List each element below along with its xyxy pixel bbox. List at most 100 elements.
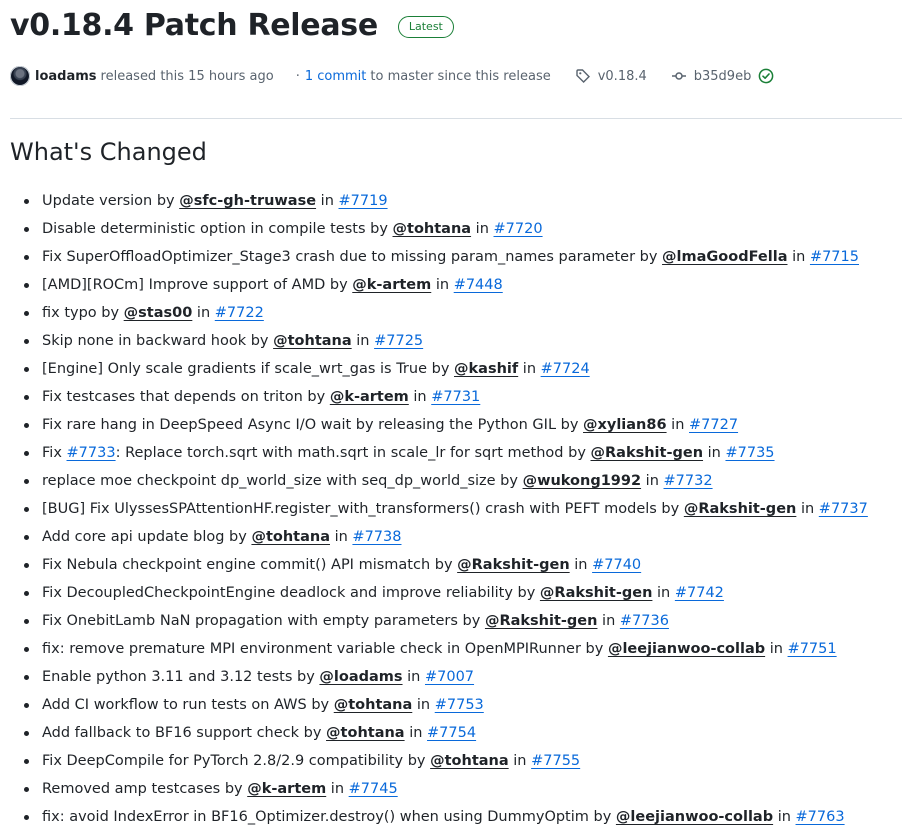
pr-link[interactable]: #7738 <box>352 529 401 545</box>
list-item: replace moe checkpoint dp_world_size wit… <box>0 467 868 495</box>
user-link[interactable]: @tohtana <box>326 725 405 741</box>
avatar[interactable] <box>10 66 30 86</box>
in-text: in <box>641 473 664 489</box>
change-text: fix typo by <box>42 305 124 321</box>
tag-link[interactable]: v0.18.4 <box>575 68 647 84</box>
issue-link[interactable]: #7733 <box>67 445 116 461</box>
list-item: Removed amp testcases by @k-artem in #77… <box>0 775 868 803</box>
user-link[interactable]: @stas00 <box>124 305 193 321</box>
in-text: in <box>192 305 215 321</box>
change-text: Disable deterministic option in compile … <box>42 221 393 237</box>
pr-link[interactable]: #7725 <box>374 333 423 349</box>
pr-link[interactable]: #7753 <box>435 697 484 713</box>
user-link[interactable]: @tohtana <box>393 221 472 237</box>
user-link[interactable]: @leejianwoo-collab <box>608 641 765 657</box>
pr-link[interactable]: #7732 <box>664 473 713 489</box>
user-link[interactable]: @Rakshit-gen <box>591 445 704 461</box>
in-text: in <box>765 641 788 657</box>
user-link[interactable]: @sfc-gh-truwase <box>179 193 316 209</box>
list-item: Add core api update blog by @tohtana in … <box>0 523 868 551</box>
user-link[interactable]: @tohtana <box>334 697 413 713</box>
list-item: Fix DecoupledCheckpointEngine deadlock a… <box>0 579 868 607</box>
in-text: in <box>518 361 541 377</box>
change-text: Add CI workflow to run tests on AWS by <box>42 697 334 713</box>
in-text: in <box>703 445 726 461</box>
pr-link[interactable]: #7755 <box>531 753 580 769</box>
user-link[interactable]: @Rakshit-gen <box>540 585 653 601</box>
user-link[interactable]: @leejianwoo-collab <box>616 809 773 825</box>
user-link[interactable]: @tohtana <box>251 529 330 545</box>
pr-link[interactable]: #7751 <box>788 641 837 657</box>
user-link[interactable]: @Rakshit-gen <box>457 557 570 573</box>
list-item: Enable python 3.11 and 3.12 tests by @lo… <box>0 663 868 691</box>
tag-icon <box>576 69 590 83</box>
user-link[interactable]: @k-artem <box>352 277 431 293</box>
in-text: in <box>412 697 435 713</box>
list-item: Fix OnebitLamb NaN propagation with empt… <box>0 607 868 635</box>
pr-link[interactable]: #7715 <box>810 249 859 265</box>
change-text: Update version by <box>42 193 180 209</box>
pr-link[interactable]: #7737 <box>819 501 868 517</box>
pr-link[interactable]: #7736 <box>620 613 669 629</box>
pr-link[interactable]: #7735 <box>725 445 774 461</box>
pr-link[interactable]: #7763 <box>796 809 845 825</box>
in-text: in <box>597 613 620 629</box>
pr-link[interactable]: #7724 <box>541 361 590 377</box>
list-item: Update version by @sfc-gh-truwase in #77… <box>0 187 868 215</box>
change-text: Skip none in backward hook by <box>42 333 274 349</box>
in-text: in <box>316 193 339 209</box>
pr-link[interactable]: #7720 <box>494 221 543 237</box>
pr-link[interactable]: #7754 <box>427 725 476 741</box>
list-item: Fix Nebula checkpoint engine commit() AP… <box>0 551 868 579</box>
pr-link[interactable]: #7719 <box>339 193 388 209</box>
release-page: v0.18.4 Patch Release Latest loadams rel… <box>0 0 902 838</box>
release-title[interactable]: v0.18.4 Patch Release <box>10 6 378 46</box>
check-circle-icon[interactable] <box>758 68 774 84</box>
user-link[interactable]: @loadams <box>319 669 402 685</box>
pr-link[interactable]: #7007 <box>425 669 474 685</box>
user-link[interactable]: @k-artem <box>247 781 326 797</box>
list-item: [BUG] Fix UlyssesSPAttentionHF.register_… <box>0 495 868 523</box>
pr-link[interactable]: #7740 <box>592 557 641 573</box>
change-text: Fix Nebula checkpoint engine commit() AP… <box>42 557 458 573</box>
changes-list: Update version by @sfc-gh-truwase in #77… <box>0 187 868 831</box>
commit-sha-link[interactable]: b35d9eb <box>671 68 782 84</box>
user-link[interactable]: @tohtana <box>273 333 352 349</box>
change-prefix: Fix <box>42 445 67 461</box>
git-commit-icon <box>671 72 686 80</box>
pr-link[interactable]: #7742 <box>675 585 724 601</box>
author-link[interactable]: loadams <box>35 69 97 84</box>
pr-link[interactable]: #7448 <box>454 277 503 293</box>
list-item: fix typo by @stas00 in #7722 <box>0 299 868 327</box>
change-text: Fix rare hang in DeepSpeed Async I/O wai… <box>42 417 584 433</box>
pr-link[interactable]: #7722 <box>215 305 264 321</box>
change-text: Fix OnebitLamb NaN propagation with empt… <box>42 613 485 629</box>
pr-link[interactable]: #7731 <box>431 389 480 405</box>
in-text: in <box>431 277 454 293</box>
user-link[interactable]: @lmaGoodFella <box>662 249 787 265</box>
user-link[interactable]: @Rakshit-gen <box>485 613 598 629</box>
user-link[interactable]: @k-artem <box>330 389 409 405</box>
user-link[interactable]: @tohtana <box>430 753 509 769</box>
in-text: in <box>326 781 349 797</box>
user-link[interactable]: @xylian86 <box>583 417 667 433</box>
change-text: Fix DeepCompile for PyTorch 2.8/2.9 comp… <box>42 753 431 769</box>
latest-badge: Latest <box>397 16 454 38</box>
change-text: Enable python 3.11 and 3.12 tests by <box>42 669 320 685</box>
change-text: Fix testcases that depends on triton by <box>42 389 330 405</box>
commits-link[interactable]: 1 commit <box>305 69 367 84</box>
in-text: in <box>796 501 819 517</box>
list-item: Fix testcases that depends on triton by … <box>0 383 868 411</box>
user-link[interactable]: @wukong1992 <box>523 473 642 489</box>
user-link[interactable]: @Rakshit-gen <box>684 501 797 517</box>
in-text: in <box>402 669 425 685</box>
pr-link[interactable]: #7727 <box>689 417 738 433</box>
pr-link[interactable]: #7745 <box>349 781 398 797</box>
change-text: [BUG] Fix UlyssesSPAttentionHF.register_… <box>42 501 684 517</box>
user-link[interactable]: @kashif <box>454 361 518 377</box>
list-item: Fix #7733: Replace torch.sqrt with math.… <box>0 439 868 467</box>
list-item: Add CI workflow to run tests on AWS by @… <box>0 691 868 719</box>
change-text: [Engine] Only scale gradients if scale_w… <box>42 361 455 377</box>
change-text: replace moe checkpoint dp_world_size wit… <box>42 473 523 489</box>
list-item: Skip none in backward hook by @tohtana i… <box>0 327 868 355</box>
